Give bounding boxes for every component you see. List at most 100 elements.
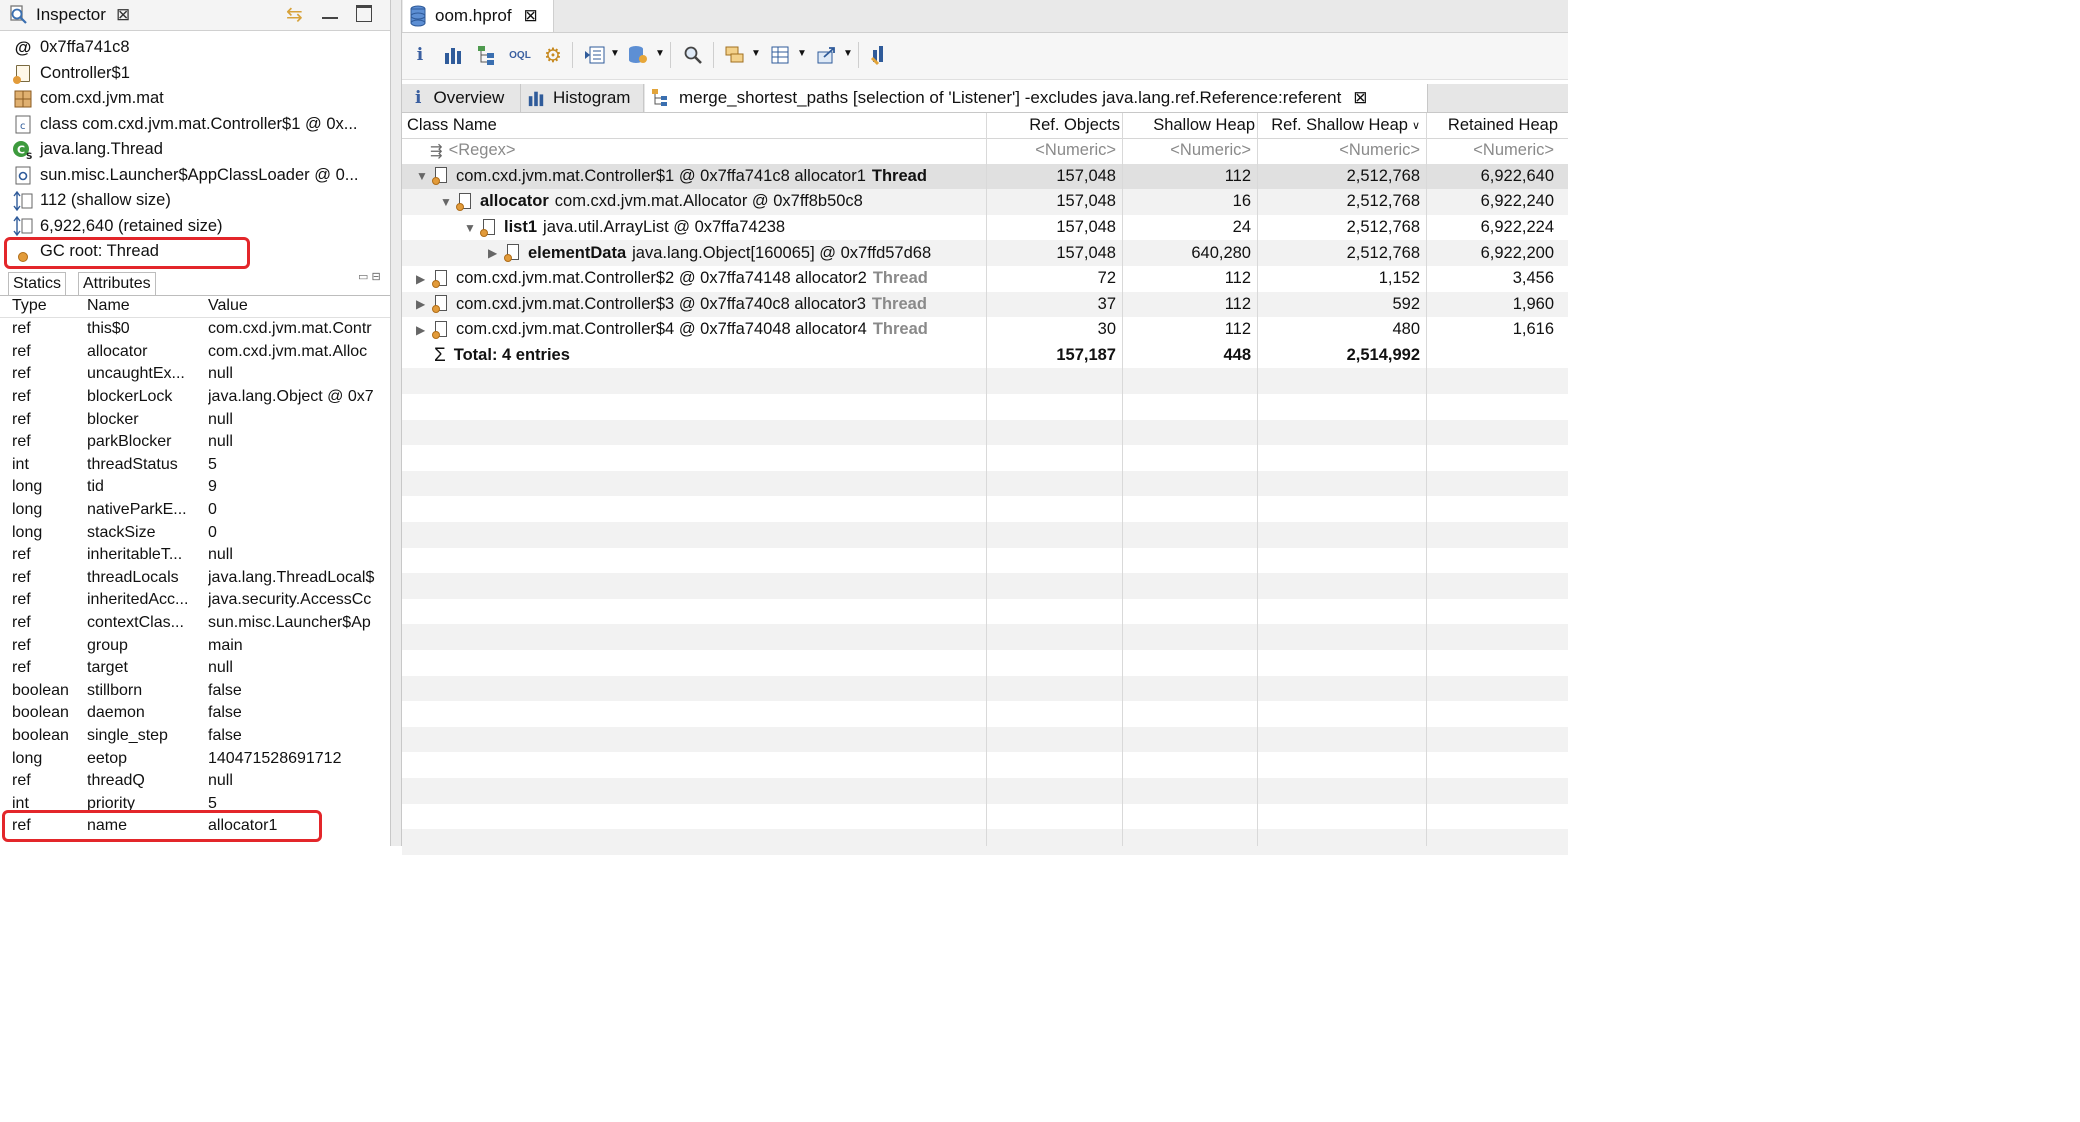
inspector-row-text: sun.misc.Launcher$AppClassLoader @ 0...	[40, 165, 359, 184]
panel-splitter[interactable]	[391, 0, 402, 846]
inspector-row[interactable]: c class com.cxd.jvm.mat.Controller$1 @ 0x…	[12, 112, 358, 137]
attribute-row[interactable]: ref inheritableT... null	[0, 544, 390, 567]
attribute-row[interactable]: ref parkBlocker null	[0, 431, 390, 454]
compare-icon[interactable]	[865, 40, 895, 70]
close-icon[interactable]: ⊠	[524, 6, 538, 26]
inspector-row[interactable]: sun.misc.Launcher$AppClassLoader @ 0...	[12, 163, 359, 188]
field-name: elementData	[528, 243, 627, 262]
attribute-name: single_step	[87, 726, 168, 744]
heap-dump-icon	[409, 5, 427, 27]
tab-histogram[interactable]: Histogram	[521, 84, 644, 112]
tab-merge-shortest-paths[interactable]: merge_shortest_paths [selection of 'List…	[645, 84, 1428, 112]
info-icon[interactable]: i	[405, 40, 435, 70]
histogram-icon[interactable]	[438, 40, 468, 70]
table-row[interactable]: ▶ com.cxd.jvm.mat.Controller$4 @ 0x7ffa74…	[402, 317, 1568, 343]
attribute-row[interactable]: ref inheritedAcc... java.security.AccessCc	[0, 589, 390, 612]
inspector-row[interactable]: com.cxd.jvm.mat	[12, 86, 164, 111]
attribute-row[interactable]: ref contextClas... sun.misc.Launcher$Ap	[0, 612, 390, 635]
attribute-row[interactable]: boolean stillborn false	[0, 680, 390, 703]
expanded-icon[interactable]: ▼	[416, 169, 428, 183]
inspector-row[interactable]: Controller$1	[12, 61, 130, 86]
column-type[interactable]: Type	[0, 297, 87, 315]
inspector-row[interactable]: @0x7ffa741c8	[12, 35, 130, 60]
minimize-icon[interactable]	[322, 5, 338, 19]
table-row[interactable]: ▼ list1 java.util.ArrayList @ 0x7ffa74238 1…	[402, 215, 1568, 241]
attribute-row[interactable]: ref allocator com.cxd.jvm.mat.Alloc	[0, 341, 390, 364]
attribute-row[interactable]: long nativeParkE... 0	[0, 499, 390, 522]
attribute-row[interactable]: boolean single_step false	[0, 725, 390, 748]
panel-minmax-icon[interactable]: ▭ ⊟	[358, 270, 381, 283]
attribute-row[interactable]: long eetop 140471528691712	[0, 747, 390, 770]
close-icon[interactable]: ⊠	[1353, 88, 1367, 108]
table-row[interactable]: ▼ com.cxd.jvm.mat.Controller$1 @ 0x7ffa74…	[402, 163, 1568, 190]
export-icon[interactable]	[812, 40, 842, 70]
attribute-row[interactable]: ref target null	[0, 657, 390, 680]
inspector-row[interactable]: 112 (shallow size)	[12, 188, 171, 213]
expanded-icon[interactable]: ▼	[464, 221, 476, 235]
chevron-down-icon[interactable]: ▼	[751, 48, 761, 59]
maximize-icon[interactable]	[356, 5, 372, 22]
table-row[interactable]: ▶ com.cxd.jvm.mat.Controller$2 @ 0x7ffa74…	[402, 266, 1568, 292]
attribute-value: false	[208, 704, 242, 722]
attribute-row[interactable]: ref threadQ null	[0, 770, 390, 793]
attribute-value: null	[208, 365, 233, 383]
close-icon[interactable]: ⊠	[116, 5, 130, 25]
link-with-selection-icon[interactable]: ⇆	[286, 2, 308, 26]
collapsed-icon[interactable]: ▶	[488, 246, 500, 260]
numeric-filter-cell[interactable]: <Numeric>	[1428, 138, 1554, 164]
numeric-filter-cell[interactable]: <Numeric>	[988, 138, 1116, 164]
column-retained-heap[interactable]: Retained Heap	[1428, 113, 1558, 138]
attribute-row[interactable]: long tid 9	[0, 476, 390, 499]
tab-attributes[interactable]: Attributes	[78, 272, 156, 295]
query-browser-icon[interactable]	[623, 40, 653, 70]
expanded-icon[interactable]: ▼	[440, 195, 452, 209]
empty-row	[402, 778, 1568, 804]
attribute-row[interactable]: ref uncaughtEx... null	[0, 363, 390, 386]
column-ref-shallow-heap[interactable]: Ref. Shallow Heap ∨	[1258, 113, 1420, 138]
chevron-down-icon[interactable]: ▼	[655, 48, 665, 59]
column-value[interactable]: Value	[208, 297, 390, 315]
attribute-type: long	[12, 501, 43, 519]
column-ref-objects[interactable]: Ref. Objects	[988, 113, 1120, 138]
tab-statics[interactable]: Statics	[8, 272, 67, 295]
total-row[interactable]: Σ Total: 4 entries 157,187 448 2,514,992	[402, 343, 1568, 369]
column-class-name[interactable]: Class Name	[407, 113, 497, 138]
search-icon[interactable]	[678, 40, 708, 70]
group-by-icon[interactable]	[720, 40, 750, 70]
name-attribute-highlight	[2, 810, 322, 842]
attribute-row[interactable]: ref group main	[0, 634, 390, 657]
inspector-row[interactable]: C Sjava.lang.Thread	[12, 137, 163, 162]
numeric-filter-cell[interactable]: <Numeric>	[1123, 138, 1251, 164]
dominator-tree-icon[interactable]	[472, 40, 502, 70]
regex-filter-cell[interactable]: ⇶ <Regex>	[430, 138, 516, 164]
tab-overview[interactable]: i Overview	[403, 84, 521, 112]
collapsed-icon[interactable]: ▶	[416, 323, 428, 337]
calculate-retained-icon[interactable]	[765, 40, 795, 70]
tab-oom-hprof[interactable]: oom.hprof ⊠	[403, 0, 554, 32]
thread-overview-icon[interactable]: ⚙	[538, 40, 568, 70]
inspector-tab[interactable]: Inspector ⊠	[8, 2, 130, 28]
oql-icon[interactable]: OQL	[505, 40, 535, 70]
chevron-down-icon[interactable]: ▼	[797, 48, 807, 59]
attribute-row[interactable]: int threadStatus 5	[0, 454, 390, 477]
inspector-row[interactable]: 6,922,640 (retained size)	[12, 214, 223, 239]
numeric-filter-cell[interactable]: <Numeric>	[1258, 138, 1420, 164]
column-shallow-heap[interactable]: Shallow Heap	[1123, 113, 1255, 138]
chevron-down-icon[interactable]: ▼	[843, 48, 853, 59]
attribute-row[interactable]: ref blocker null	[0, 408, 390, 431]
attribute-row[interactable]: ref this$0 com.cxd.jvm.mat.Contr	[0, 318, 390, 341]
attribute-row[interactable]: boolean daemon false	[0, 702, 390, 725]
attribute-row[interactable]: ref threadLocals java.lang.ThreadLocal$	[0, 567, 390, 590]
table-row[interactable]: ▶ elementData java.lang.Object[160065] @ 0…	[402, 240, 1568, 266]
collapsed-icon[interactable]: ▶	[416, 297, 428, 311]
column-name[interactable]: Name	[87, 297, 208, 315]
filter-row[interactable]: ⇶ <Regex> <Numeric> <Numeric> <Numeric> <Nume…	[402, 138, 1568, 164]
run-report-icon[interactable]	[580, 40, 610, 70]
table-row[interactable]: ▶ com.cxd.jvm.mat.Controller$3 @ 0x7ffa74…	[402, 291, 1568, 318]
table-row[interactable]: ▼ allocator com.cxd.jvm.mat.Allocator @ 0x…	[402, 189, 1568, 215]
object-icon	[432, 320, 448, 339]
attribute-row[interactable]: long stackSize 0	[0, 521, 390, 544]
attribute-row[interactable]: ref blockerLock java.lang.Object @ 0x7	[0, 386, 390, 409]
chevron-down-icon[interactable]: ▼	[610, 48, 620, 59]
collapsed-icon[interactable]: ▶	[416, 272, 428, 286]
